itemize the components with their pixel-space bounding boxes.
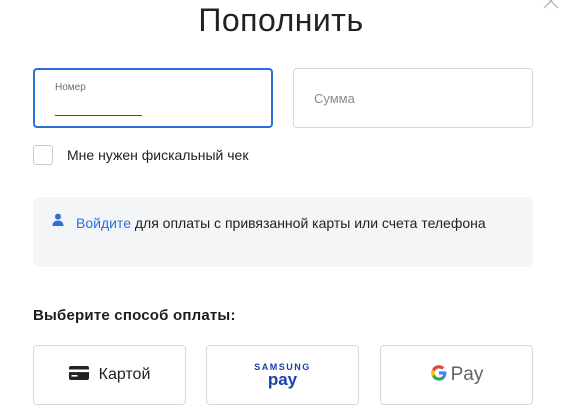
credit-card-icon (68, 365, 89, 385)
login-info-text: Войдите для оплаты с привязанной карты и… (76, 213, 506, 234)
samsung-pay-button[interactable]: SAMSUNG pay (206, 345, 359, 405)
fiscal-check-label[interactable]: Мне нужен фискальный чек (67, 147, 248, 163)
phone-input-value[interactable]: ___________ (55, 100, 142, 117)
fiscal-check-row[interactable]: Мне нужен фискальный чек (33, 145, 248, 165)
login-info-box: Войдите для оплаты с привязанной карты и… (33, 197, 533, 267)
dialog-title: Пополнить (198, 2, 364, 38)
google-pay-logo: Pay (430, 364, 484, 387)
phone-field-label: Номер (55, 82, 86, 93)
pay-by-card-label: Картой (98, 366, 151, 383)
google-g-icon (430, 364, 448, 387)
samsung-pay-logo: SAMSUNG pay (254, 362, 311, 389)
google-pay-label: Pay (450, 364, 484, 385)
login-info-description: для оплаты с привязанной карты или счета… (130, 215, 486, 231)
amount-placeholder: Сумма (314, 91, 355, 106)
fiscal-check-checkbox[interactable] (33, 145, 53, 165)
google-pay-button[interactable]: Pay (380, 345, 533, 405)
phone-field[interactable]: Номер ___________ (33, 68, 273, 128)
amount-field[interactable]: Сумма (293, 68, 533, 128)
user-icon (52, 213, 64, 232)
samsung-pay-line2: pay (267, 369, 298, 389)
login-link[interactable]: Войдите (76, 215, 131, 231)
pay-by-card-button[interactable]: Картой (33, 345, 186, 405)
payment-method-title: Выберите способ оплаты: (33, 307, 236, 324)
